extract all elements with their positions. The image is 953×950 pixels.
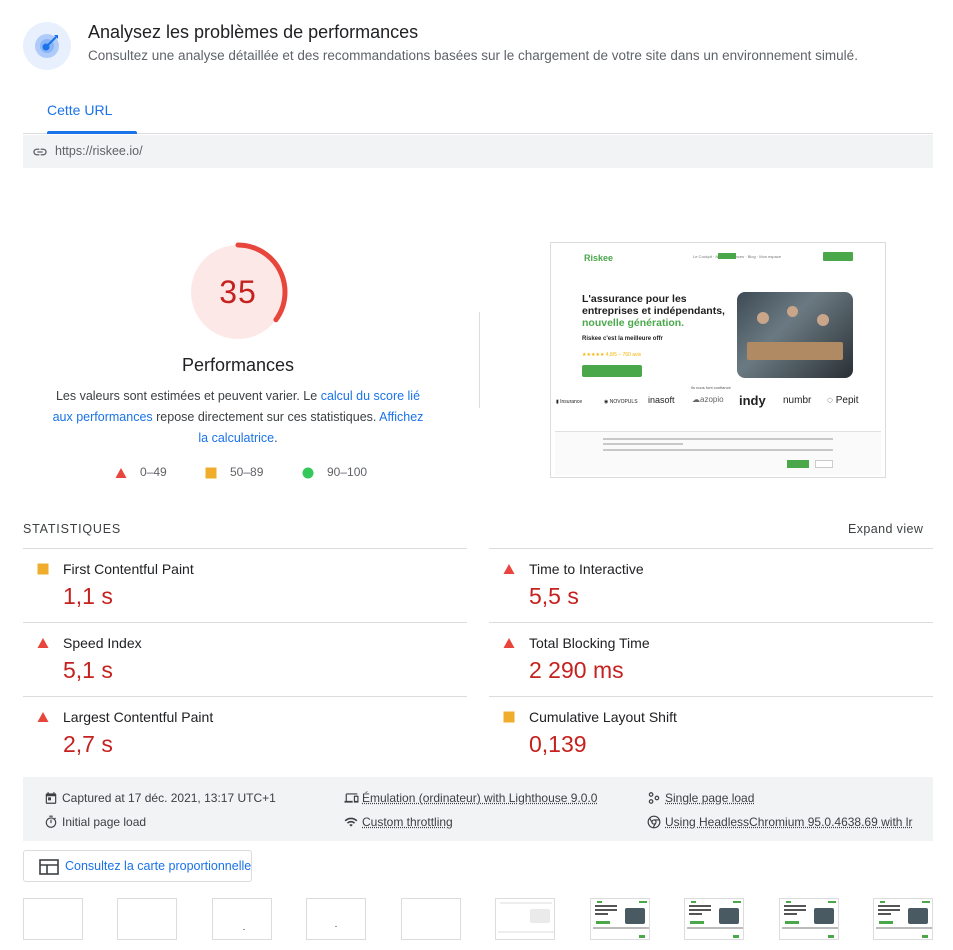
circle-icon (302, 467, 314, 479)
partner-logo: ◉ NOVOPULS (604, 399, 638, 405)
metric-value: 5,5 s (529, 583, 579, 609)
chrome-icon (647, 815, 661, 829)
metric-value: 2 290 ms (529, 657, 624, 683)
active-tab-indicator (47, 131, 137, 134)
treemap-icon (39, 859, 59, 875)
page-subtitle: Consultez une analyse détaillée et des r… (88, 48, 858, 63)
metric-cls: Cumulative Layout Shift 0,139 (489, 696, 933, 770)
filmstrip-frame (590, 898, 650, 940)
square-icon (205, 467, 217, 479)
filmstrip-frame (873, 898, 933, 940)
partner-logo: ▮ Insurance (556, 399, 583, 405)
screenshot-trust-label: Ils nous font confiance (691, 385, 731, 390)
metric-tbt: Total Blocking Time 2 290 ms (489, 622, 933, 696)
url-bar: https://riskee.io/ (23, 135, 933, 168)
expand-view-button[interactable]: Expand view (848, 522, 923, 536)
screenshot-subhead: Riskee c'est la meilleure offr (582, 336, 663, 342)
performance-icon (23, 22, 71, 70)
screenshot-headline: L'assurance pour les entreprises et indé… (582, 293, 732, 329)
triangle-icon (503, 564, 515, 574)
devices-icon (344, 793, 359, 803)
initial-text: Initial page load (62, 815, 147, 829)
score-desc-text-3: . (274, 431, 278, 445)
metric-lcp: Largest Contentful Paint 2,7 s (23, 696, 467, 770)
metric-label: Total Blocking Time (529, 635, 650, 651)
partner-logo: ◌ Pepit (827, 395, 859, 406)
page-title: Analysez les problèmes de performances (88, 22, 419, 42)
filmstrip-frame (779, 898, 839, 940)
partner-logo: inasoft (648, 395, 675, 405)
browser-text: Using HeadlessChromium 95.0.4638.69 with… (665, 815, 913, 829)
score-desc-text-2: repose directement sur ces statistiques. (152, 410, 380, 424)
filmstrip-frame (117, 898, 177, 940)
square-icon (503, 711, 515, 723)
legend-fail-label: 0–49 (140, 465, 167, 479)
calendar-icon (45, 792, 57, 804)
tab-this-url[interactable]: Cette URL (47, 102, 112, 118)
partner-logo: indy (739, 393, 766, 408)
score-label: Performances (181, 355, 295, 375)
divider (479, 312, 480, 408)
captured-text: Captured at 17 déc. 2021, 13:17 UTC+1 (62, 791, 276, 805)
triangle-icon (503, 638, 515, 648)
metric-value: 2,7 s (63, 731, 113, 757)
treemap-label: Consultez la carte proportionnelle (65, 859, 252, 873)
metric-value: 1,1 s (63, 583, 113, 609)
metric-speed-index: Speed Index 5,1 s (23, 622, 467, 696)
screenshot-cookie-banner (555, 431, 881, 475)
metric-label: Time to Interactive (529, 561, 644, 577)
screenshot-nav-button (823, 252, 853, 261)
single-text: Single page load (665, 791, 755, 805)
metric-label: Cumulative Layout Shift (529, 709, 677, 725)
timer-icon (45, 815, 57, 828)
filmstrip-frame (401, 898, 461, 940)
triangle-icon (115, 468, 127, 478)
page-header: Analysez les problèmes de performances C… (23, 18, 933, 74)
screenshot-nav-badge (718, 253, 736, 259)
legend-pass-label: 90–100 (327, 465, 368, 479)
filmstrip-frame (23, 898, 83, 940)
link-icon (33, 148, 47, 156)
metric-fcp: First Contentful Paint 1,1 s (23, 548, 467, 622)
nodes-icon (648, 792, 660, 804)
screenshot-nav: Le Cockpit · Nos assurances · Blog · Mon… (693, 254, 782, 259)
metric-tti: Time to Interactive 5,5 s (489, 548, 933, 622)
score-desc-text-1: Les valeurs sont estimées et peuvent var… (55, 389, 321, 403)
filmstrip-frame (212, 898, 272, 940)
final-screenshot[interactable]: Riskee Le Cockpit · Nos assurances · Blo… (550, 242, 886, 478)
throttling-text: Custom throttling (362, 815, 453, 829)
metric-label: Speed Index (63, 635, 142, 651)
runtime-settings: Captured at 17 déc. 2021, 13:17 UTC+1 In… (23, 777, 933, 841)
analyzed-url: https://riskee.io/ (55, 144, 143, 158)
square-icon (37, 563, 49, 575)
screenshot-headline-1: L'assurance pour les entreprises et indé… (582, 293, 725, 317)
metric-label: First Contentful Paint (63, 561, 194, 577)
filmstrip-frame (495, 898, 555, 940)
metric-label: Largest Contentful Paint (63, 709, 214, 725)
partner-logo: ☁azopio (692, 395, 724, 404)
triangle-icon (37, 712, 49, 722)
partner-logo: numbr (783, 395, 812, 406)
score-description: Les valeurs sont estimées et peuvent var… (48, 386, 428, 449)
filmstrip-frame (306, 898, 366, 940)
screenshot-rating: ★★★★★ 4,8/5 – 760 avis (582, 352, 642, 358)
metric-value: 0,139 (529, 731, 587, 757)
screenshot-headline-2: nouvelle génération. (582, 317, 685, 329)
performance-score: 35 (219, 274, 257, 310)
triangle-icon (37, 638, 49, 648)
screenshot-hero-image (737, 292, 853, 378)
filmstrip-frame (684, 898, 744, 940)
tab-bar: Cette URL (23, 96, 933, 134)
emulation-text: Émulation (ordinateur) with Lighthouse 9… (362, 791, 598, 805)
stats-title: STATISTIQUES (23, 522, 122, 536)
screenshot-cta (582, 365, 642, 377)
screenshot-logo: Riskee (584, 253, 614, 263)
metric-value: 5,1 s (63, 657, 113, 683)
treemap-button[interactable]: Consultez la carte proportionnelle (23, 850, 252, 882)
wifi-icon (344, 817, 358, 827)
legend-average-label: 50–89 (230, 465, 264, 479)
screenshot-partner-logos: ▮ Insurance ◉ NOVOPULS inasoft ☁azopio i… (556, 393, 882, 413)
